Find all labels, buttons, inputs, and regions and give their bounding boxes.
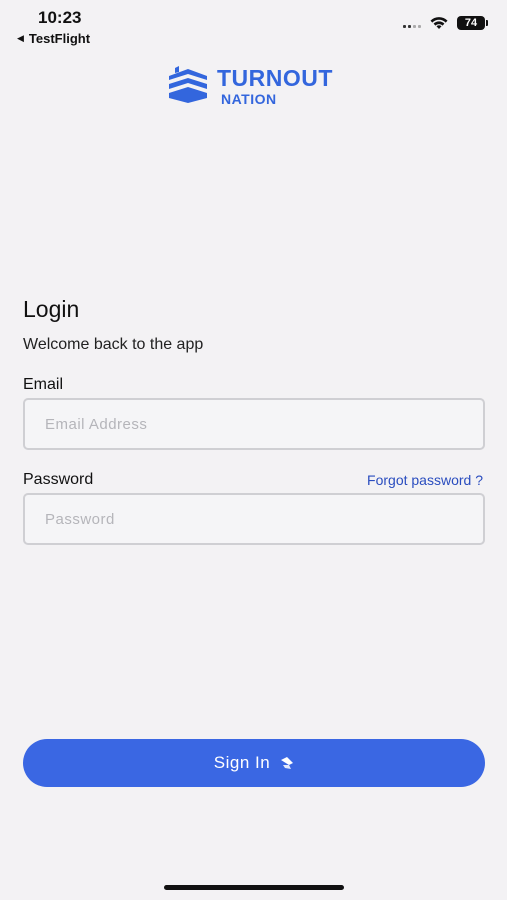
cellular-signal-icon (403, 18, 421, 28)
turnout-logo-icon (169, 66, 207, 103)
app-logo: TURNOUT NATION (167, 66, 333, 106)
sign-in-label: Sign In (213, 753, 271, 772)
password-label: Password (23, 471, 94, 488)
logo-subtitle: NATION (221, 90, 277, 107)
password-field[interactable] (23, 493, 485, 545)
back-to-app-link[interactable]: ◀ TestFlight (17, 31, 90, 46)
forgot-password-link[interactable]: Forgot password ? (367, 472, 483, 488)
login-screen: 10:23 ◀ TestFlight 74 TURNOUT NATION Log (0, 0, 507, 900)
status-time: 10:23 (38, 8, 82, 27)
back-arrow-icon: ◀ (17, 33, 24, 43)
status-indicators: 74 (403, 16, 488, 30)
battery-level: 74 (464, 17, 478, 29)
welcome-text: Welcome back to the app (23, 336, 204, 353)
home-indicator[interactable] (164, 885, 344, 890)
wifi-icon (430, 17, 448, 29)
email-label: Email (23, 376, 64, 393)
battery-icon: 74 (457, 16, 488, 30)
sign-in-button[interactable]: Sign In (23, 739, 485, 787)
page-title: Login (23, 296, 80, 322)
arrow-icon (281, 757, 294, 769)
email-field[interactable] (23, 398, 485, 450)
back-app-label: TestFlight (28, 31, 91, 46)
logo-title: TURNOUT (217, 64, 333, 91)
